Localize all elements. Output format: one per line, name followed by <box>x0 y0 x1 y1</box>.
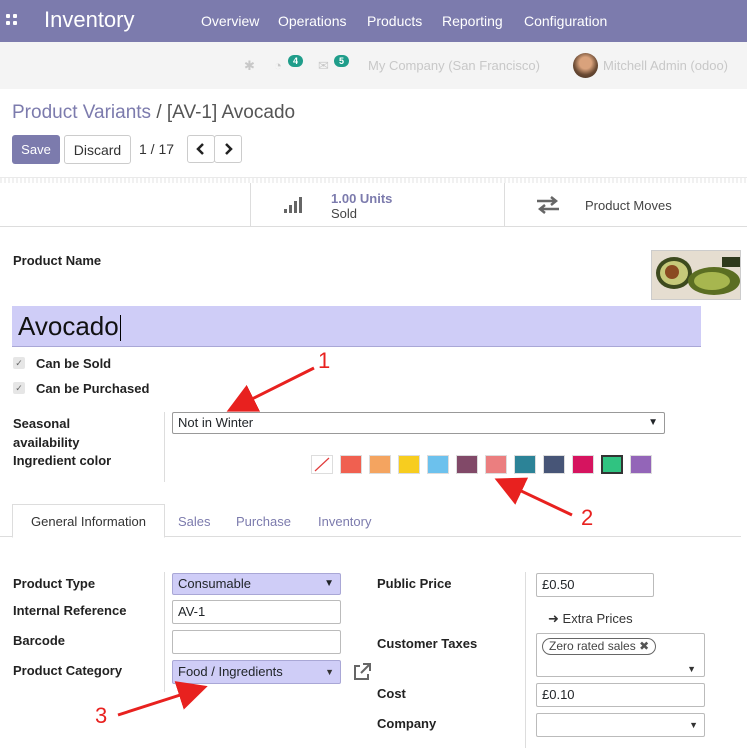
annotation-arrows <box>117 366 573 717</box>
annotation-2: 2 <box>581 505 594 530</box>
annotation-1: 1 <box>318 348 331 373</box>
annotation-3: 3 <box>95 703 108 728</box>
